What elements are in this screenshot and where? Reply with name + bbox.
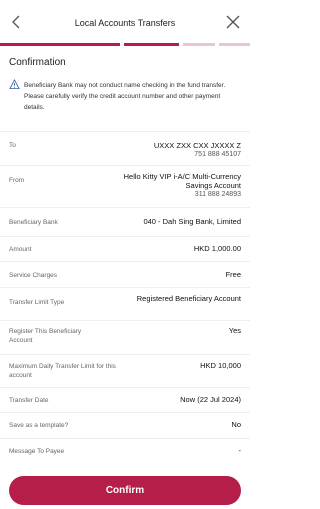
detail-row-save-template: Save as a template? No <box>0 412 250 438</box>
service-charges-value: Free <box>225 270 241 279</box>
details-list: To UXXX ZXX CXX JXXXX Z 751 888 45107 Fr… <box>0 131 250 462</box>
from-label: From <box>9 177 25 184</box>
page-title: Local Accounts Transfers <box>74 18 176 28</box>
to-account-name: UXXX ZXX CXX JXXXX Z <box>153 141 241 150</box>
detail-row-from: From Hello Kitty VIP i-A/C Multi-Currenc… <box>0 165 250 207</box>
detail-row-service-charges: Service Charges Free <box>0 261 250 287</box>
progress-step-1 <box>0 43 120 46</box>
notice-text: Beneficiary Bank may not conduct name ch… <box>24 82 226 111</box>
progress-step-2 <box>124 43 179 46</box>
step-progress-bar <box>0 43 250 47</box>
chevron-left-icon[interactable] <box>8 13 26 31</box>
to-account-number: 751 888 45107 <box>194 151 241 158</box>
from-account-number: 311 888 24893 <box>194 191 241 198</box>
detail-row-to: To UXXX ZXX CXX JXXXX Z 751 888 45107 <box>0 131 250 165</box>
save-template-value: No <box>231 420 241 429</box>
detail-row-register-beneficiary: Register This Beneficiary Account Yes <box>0 320 250 354</box>
max-daily-limit-value: HKD 10,000 <box>200 361 241 370</box>
detail-row-beneficiary-bank: Beneficiary Bank 040 - Dah Sing Bank, Li… <box>0 207 250 236</box>
transfer-limit-type-label: Transfer Limit Type <box>9 299 65 306</box>
detail-row-message-to-payee: Message To Payee - <box>0 438 250 462</box>
detail-row-amount: Amount HKD 1,000.00 <box>0 236 250 261</box>
detail-row-transfer-date: Transfer Date Now (22 Jul 2024) <box>0 387 250 412</box>
beneficiary-bank-value: 040 - Dah Sing Bank, Limited <box>143 217 241 226</box>
section-title: Confirmation <box>9 57 66 68</box>
register-beneficiary-value: Yes <box>228 326 241 335</box>
header-bar: Local Accounts Transfers <box>0 0 250 44</box>
transfer-date-value: Now (22 Jul 2024) <box>180 395 241 404</box>
detail-row-max-daily-limit: Maximum Daily Transfer Limit for this ac… <box>0 354 250 387</box>
amount-value: HKD 1,000.00 <box>193 244 241 253</box>
transfer-limit-type-value: Registered Beneficiary Account <box>136 294 241 303</box>
confirm-button[interactable]: Confirm <box>9 476 241 505</box>
register-beneficiary-label: Register This Beneficiary Account <box>9 328 82 344</box>
progress-step-3 <box>183 43 215 46</box>
from-account-name: Hello Kitty VIP i-A/C Multi-Currency Sav… <box>123 172 241 190</box>
to-value: UXXX ZXX CXX JXXXX Z 751 888 45107 <box>101 141 241 159</box>
warning-icon <box>9 79 20 90</box>
from-value: Hello Kitty VIP i-A/C Multi-Currency Sav… <box>121 172 241 199</box>
detail-row-transfer-limit-type: Transfer Limit Type Registered Beneficia… <box>0 287 250 320</box>
progress-step-4 <box>219 43 250 46</box>
close-icon[interactable] <box>225 14 241 30</box>
message-to-payee-value: - <box>238 446 242 455</box>
